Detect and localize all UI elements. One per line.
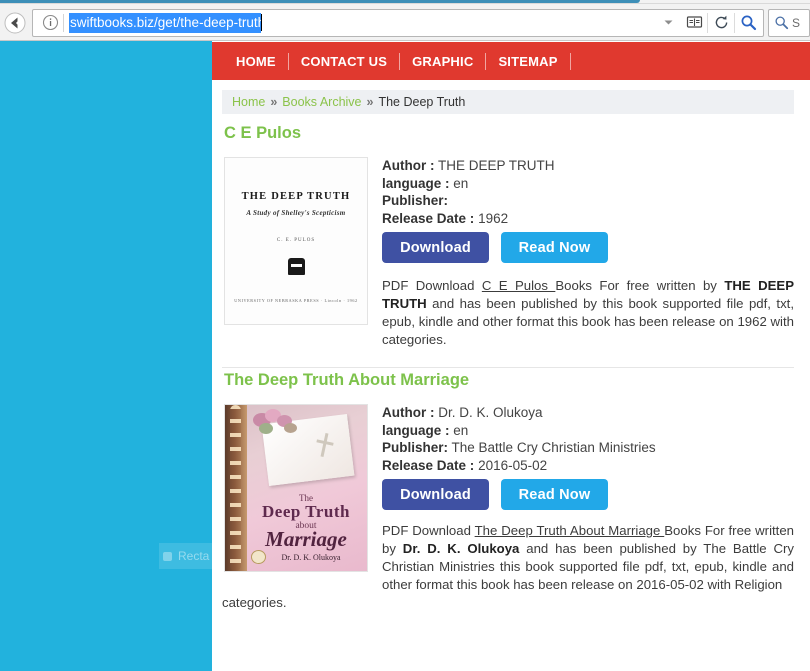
back-arrow-icon: [4, 12, 26, 33]
cover-author: C. E. PULOS: [276, 238, 316, 243]
main-column: Home » Books Archive » The Deep Truth C …: [222, 90, 794, 612]
search-icon: [775, 16, 789, 30]
desc-part-3: and has been published by this book supp…: [382, 296, 794, 347]
cover-flowers-graphic: [251, 409, 305, 443]
url-divider: [63, 13, 64, 32]
back-button[interactable]: [0, 8, 30, 38]
book-meta-cell: Author : THE DEEP TRUTH language : en Pu…: [377, 157, 794, 349]
book-publisher-line: Publisher: The Battle Cry Christian Mini…: [382, 439, 794, 457]
book-divider: [222, 367, 794, 368]
book-publisher-line: Publisher:: [382, 192, 794, 210]
reader-mode-icon[interactable]: [681, 10, 707, 36]
book-row: The Deep Truth about Marriage Dr. D. K. …: [222, 404, 794, 594]
book-title[interactable]: C E Pulos: [222, 124, 794, 143]
browser-search-bar[interactable]: S: [768, 8, 810, 37]
book-entry: C E Pulos THE DEEP TRUTH A Study of Shel…: [222, 124, 794, 368]
recaptcha-label: Recta: [178, 549, 210, 563]
nav-item-home[interactable]: HOME: [224, 54, 288, 69]
publisher-logo-icon: [287, 258, 305, 275]
desc-part-1: PDF Download: [382, 278, 482, 293]
nav-item-graphic[interactable]: GRAPHIC: [400, 54, 485, 69]
cover-publisher: UNIVERSITY OF NEBRASKA PRESS · Lincoln ·…: [234, 298, 358, 303]
nav-item-contact-us[interactable]: CONTACT US: [289, 54, 399, 69]
checkbox-icon: [163, 551, 172, 561]
publisher-label: Publisher:: [382, 440, 449, 455]
language-value: en: [453, 175, 469, 191]
cover-text-block: The Deep Truth about Marriage: [249, 493, 363, 550]
desc-book-link[interactable]: The Deep Truth About Marriage: [475, 523, 665, 538]
breadcrumb-home[interactable]: Home: [232, 95, 265, 109]
download-button[interactable]: Download: [382, 479, 489, 510]
book-entry: The Deep Truth About Marriage The Deep T…: [222, 371, 794, 612]
text-caret: [261, 14, 262, 31]
language-value: en: [453, 422, 469, 438]
breadcrumb: Home » Books Archive » The Deep Truth: [222, 90, 794, 114]
search-engine-label: S: [792, 15, 801, 30]
author-value: Dr. D. K. Olukoya: [438, 405, 543, 420]
read-now-button[interactable]: Read Now: [501, 232, 608, 263]
page-left-background: Recta: [0, 41, 243, 671]
book-cover-cell: THE DEEP TRUTH A Study of Shelley's Scep…: [222, 157, 377, 349]
book-cover-image[interactable]: The Deep Truth about Marriage Dr. D. K. …: [224, 404, 368, 572]
author-label: Author :: [382, 405, 435, 420]
content-wrapper: Home » Books Archive » The Deep Truth C …: [212, 80, 810, 612]
browser-chrome: swiftbooks.biz/get/the-deep-truth S: [0, 0, 810, 41]
publisher-value: The Battle Cry Christian Ministries: [451, 440, 656, 455]
breadcrumb-books-archive[interactable]: Books Archive: [282, 95, 361, 109]
book-release-line: Release Date : 2016-05-02: [382, 457, 794, 475]
page-viewport: Recta HOME CONTACT US GRAPHIC SITEMAP Ho…: [0, 41, 810, 671]
cover-deep-truth: Deep Truth: [262, 502, 350, 521]
desc-part-2: Books For free written by: [555, 278, 725, 293]
search-icon[interactable]: [735, 10, 761, 36]
desc-part-1: PDF Download: [382, 523, 475, 538]
reload-icon[interactable]: [708, 10, 734, 36]
chevron-down-icon[interactable]: [655, 10, 681, 36]
browser-nav-row: swiftbooks.biz/get/the-deep-truth S: [0, 5, 810, 40]
cover-marriage: Marriage: [265, 527, 347, 551]
read-now-button[interactable]: Read Now: [501, 479, 608, 510]
book-row: THE DEEP TRUTH A Study of Shelley's Scep…: [222, 157, 794, 349]
website-container: HOME CONTACT US GRAPHIC SITEMAP Home » B…: [212, 41, 810, 671]
book-author-line: Author : THE DEEP TRUTH: [382, 157, 794, 175]
book-cover-image[interactable]: THE DEEP TRUTH A Study of Shelley's Scep…: [224, 157, 368, 325]
book-description: PDF Download C E Pulos Books For free wr…: [382, 277, 794, 349]
book-action-row: Download Read Now: [382, 232, 794, 263]
main-navigation: HOME CONTACT US GRAPHIC SITEMAP: [212, 41, 810, 80]
cover-spine-decoration: [225, 405, 247, 571]
download-button[interactable]: Download: [382, 232, 489, 263]
release-value: 1962: [478, 210, 509, 226]
cover-title: THE DEEP TRUTH: [241, 191, 351, 202]
book-language-line: language : en: [382, 422, 794, 440]
book-description-tail: categories.: [222, 595, 287, 610]
language-label: language :: [382, 422, 450, 438]
author-value: THE DEEP TRUTH: [438, 158, 555, 173]
author-label: Author :: [382, 158, 435, 173]
book-release-line: Release Date : 1962: [382, 210, 794, 228]
book-meta-cell: Author : Dr. D. K. Olukoya language : en…: [377, 404, 794, 594]
info-icon[interactable]: [37, 10, 63, 36]
language-label: language :: [382, 175, 450, 191]
breadcrumb-separator-1: »: [270, 95, 278, 109]
nav-divider-4: [569, 52, 571, 70]
book-description: PDF Download The Deep Truth About Marria…: [382, 522, 794, 594]
release-value: 2016-05-02: [478, 457, 548, 473]
cover-author: Dr. D. K. Olukoya: [281, 553, 341, 562]
book-title[interactable]: The Deep Truth About Marriage: [222, 371, 794, 390]
breadcrumb-separator-2: »: [366, 95, 374, 109]
breadcrumb-current: The Deep Truth: [378, 95, 466, 109]
release-label: Release Date :: [382, 457, 475, 473]
url-input[interactable]: swiftbooks.biz/get/the-deep-truth: [69, 12, 261, 33]
book-language-line: language : en: [382, 175, 794, 193]
release-label: Release Date :: [382, 210, 475, 226]
nav-item-sitemap[interactable]: SITEMAP: [486, 54, 569, 69]
desc-author-bold: Dr. D. K. Olukoya: [402, 541, 520, 556]
book-author-line: Author : Dr. D. K. Olukoya: [382, 404, 794, 422]
book-action-row: Download Read Now: [382, 479, 794, 510]
desc-book-link[interactable]: C E Pulos: [482, 278, 556, 293]
publisher-label: Publisher:: [382, 193, 449, 208]
url-bar[interactable]: swiftbooks.biz/get/the-deep-truth: [32, 8, 764, 37]
book-cover-cell: The Deep Truth about Marriage Dr. D. K. …: [222, 404, 377, 594]
cover-subtitle: A Study of Shelley's Scepticism: [246, 209, 346, 217]
